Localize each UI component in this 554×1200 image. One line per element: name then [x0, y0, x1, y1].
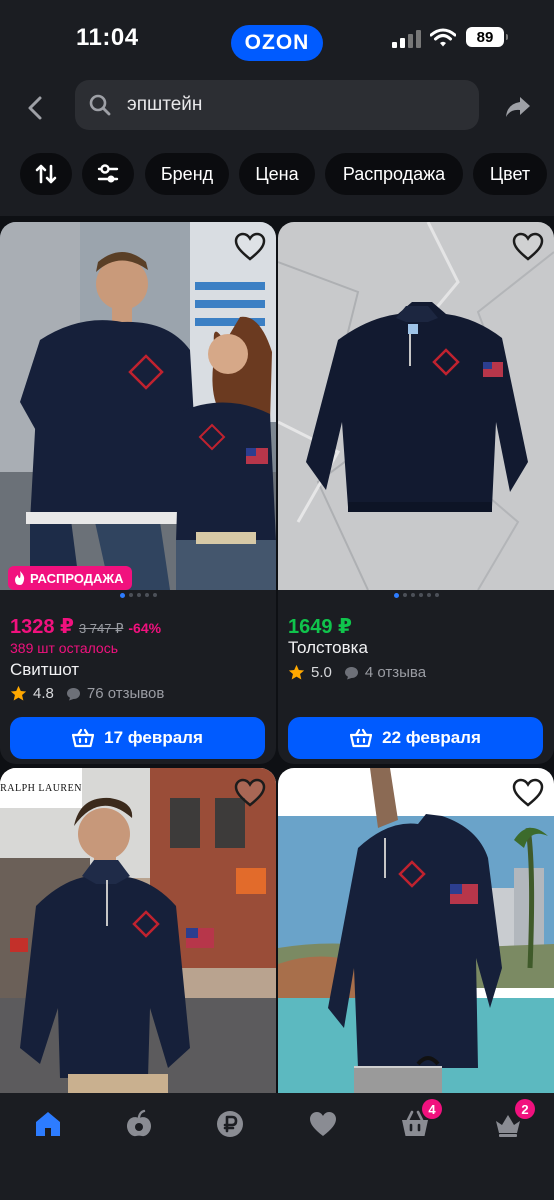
brand-logo: RALPH LAUREN — [0, 768, 82, 808]
sale-badge: РАСПРОДАЖА — [8, 566, 132, 590]
comment-bubble-icon — [66, 687, 80, 700]
price-row: 1649 ₽ — [288, 614, 352, 639]
fresh-apple-icon[interactable] — [124, 1109, 154, 1139]
product-image — [278, 768, 554, 1093]
filter-chips: Бренд Цена Распродажа Цвет — [0, 144, 554, 216]
delivery-date: 22 февраля — [382, 728, 481, 747]
flame-icon — [15, 571, 25, 585]
rating-value: 4.8 — [33, 685, 54, 702]
chip-color[interactable]: Цвет — [473, 153, 547, 195]
back-arrow-icon[interactable] — [22, 94, 50, 122]
price-row: 1328 ₽ 3 747 ₽ -64% — [10, 614, 161, 639]
ruble-finance-icon[interactable] — [215, 1109, 245, 1139]
discount: -64% — [128, 620, 162, 636]
bottom-tab-bar: 4 2 — [0, 1093, 554, 1200]
chip-sale[interactable]: Распродажа — [325, 153, 463, 195]
star-icon — [288, 664, 305, 680]
reviews-count[interactable]: 76 отзывов — [87, 685, 165, 702]
add-to-cart-button[interactable]: 17 февраля — [10, 717, 265, 759]
product-feed: РАСПРОДАЖА 1328 ₽ 3 747 ₽ -64% 389 шт ос… — [0, 216, 554, 1093]
product-card[interactable]: РАСПРОДАЖА 1328 ₽ 3 747 ₽ -64% 389 шт ос… — [0, 222, 276, 764]
chip-price[interactable]: Цена — [239, 153, 315, 195]
reviews-count[interactable]: 4 отзыва — [365, 664, 426, 681]
product-image — [278, 222, 554, 590]
cart-icon — [350, 728, 373, 748]
sort-icon — [35, 164, 57, 184]
search-header: эпштейн — [0, 72, 554, 144]
product-photo[interactable] — [278, 222, 554, 590]
favorites-heart-icon[interactable] — [308, 1109, 338, 1139]
add-to-cart-button[interactable]: 22 февраля — [288, 717, 543, 759]
product-price: 1649 ₽ — [288, 616, 352, 638]
product-card[interactable]: 1649 ₽ Толстовка 5.0 4 отзыва 22 февраля — [278, 222, 554, 764]
filters-button[interactable] — [82, 153, 134, 195]
rating-row: 5.0 4 отзыва — [288, 664, 426, 681]
rating-value: 5.0 — [311, 664, 332, 681]
profile-count-badge: 2 — [515, 1099, 535, 1119]
sale-badge-label: РАСПРОДАЖА — [30, 570, 124, 586]
product-photo[interactable] — [0, 222, 276, 590]
home-icon[interactable] — [33, 1109, 63, 1139]
product-photo[interactable]: RALPH LAUREN — [0, 768, 276, 1093]
product-title[interactable]: Толстовка — [288, 638, 368, 658]
search-input[interactable]: эпштейн — [75, 80, 479, 130]
photo-pagination — [0, 593, 276, 598]
filter-sliders-icon — [97, 164, 119, 183]
favorite-heart-icon[interactable] — [512, 232, 544, 262]
profile-tab[interactable]: 2 — [493, 1099, 535, 1139]
favorite-heart-icon[interactable] — [234, 232, 266, 262]
product-title[interactable]: Свитшот — [10, 660, 79, 680]
wifi-icon — [430, 28, 456, 47]
product-photo[interactable] — [278, 768, 554, 1093]
ozon-logo[interactable]: OZON — [231, 25, 323, 61]
share-icon[interactable] — [504, 94, 532, 120]
status-bar: 11:04 OZON 89 — [0, 0, 554, 72]
photo-pagination — [278, 593, 554, 598]
battery-indicator: 89 — [466, 27, 508, 47]
stock-left: 389 шт осталось — [10, 640, 119, 656]
rating-row: 4.8 76 отзывов — [10, 685, 164, 702]
product-price: 1328 ₽ — [10, 616, 74, 638]
search-icon — [89, 94, 111, 116]
product-card[interactable]: RALPH LAUREN — [0, 768, 276, 1093]
chip-brand[interactable]: Бренд — [145, 153, 229, 195]
status-time: 11:04 — [76, 24, 139, 51]
star-icon — [10, 685, 27, 701]
favorite-heart-icon[interactable] — [234, 778, 266, 808]
favorite-heart-icon[interactable] — [512, 778, 544, 808]
search-query: эпштейн — [127, 94, 203, 115]
cart-tab[interactable]: 4 — [400, 1099, 442, 1139]
product-image — [0, 768, 276, 1093]
old-price: 3 747 ₽ — [78, 621, 124, 636]
cart-icon — [72, 728, 95, 748]
product-card[interactable] — [278, 768, 554, 1093]
product-image — [0, 222, 276, 590]
sort-button[interactable] — [20, 153, 72, 195]
cart-count-badge: 4 — [422, 1099, 442, 1119]
delivery-date: 17 февраля — [104, 728, 203, 747]
cellular-signal-icon — [392, 30, 422, 48]
comment-bubble-icon — [344, 666, 358, 679]
